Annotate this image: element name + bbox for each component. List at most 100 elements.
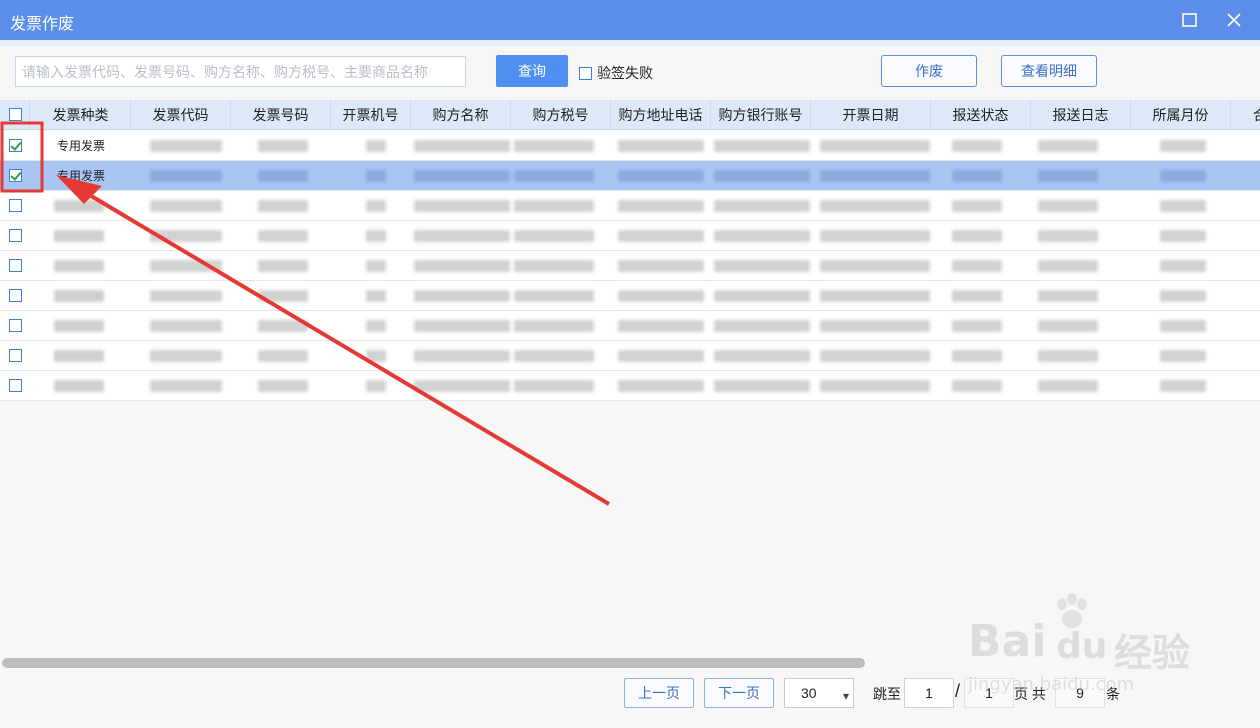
prev-page-button[interactable]: 上一页	[624, 678, 694, 708]
redacted-cell	[952, 260, 1002, 272]
maximize-icon[interactable]	[1178, 8, 1202, 32]
next-page-button[interactable]: 下一页	[704, 678, 774, 708]
redacted-cell	[150, 380, 222, 392]
redacted-cell	[366, 320, 386, 332]
column-header[interactable]: 购方名称	[411, 100, 511, 130]
redacted-cell	[820, 170, 930, 182]
redacted-cell	[1038, 350, 1098, 362]
column-header[interactable]: 发票代码	[131, 100, 231, 130]
search-input[interactable]	[15, 56, 466, 87]
redacted-cell	[54, 350, 104, 362]
redacted-cell	[618, 200, 704, 212]
redacted-cell	[514, 230, 594, 242]
column-header[interactable]: 所属月份	[1131, 100, 1231, 130]
redacted-cell	[258, 260, 308, 272]
row-checkbox[interactable]	[9, 319, 22, 332]
redacted-cell	[514, 380, 594, 392]
redacted-cell	[618, 350, 704, 362]
column-header[interactable]: 购方税号	[511, 100, 611, 130]
redacted-cell	[618, 380, 704, 392]
column-header[interactable]: 购方地址电话	[611, 100, 711, 130]
redacted-cell	[952, 170, 1002, 182]
row-checkbox-wrap	[9, 259, 22, 275]
watermark-url: jingyan.baidu.com	[968, 674, 1135, 695]
row-checkbox-wrap	[9, 169, 22, 185]
select-all-checkbox[interactable]	[9, 108, 22, 121]
redacted-cell	[414, 260, 510, 272]
redacted-cell	[150, 230, 222, 242]
column-header[interactable]: 发票种类	[31, 100, 131, 130]
query-button[interactable]: 查询	[496, 55, 568, 87]
redacted-cell	[714, 260, 810, 272]
redacted-cell	[1160, 200, 1206, 212]
redacted-cell	[820, 350, 930, 362]
row-checkbox[interactable]	[9, 349, 22, 362]
table-row[interactable]	[0, 191, 1260, 221]
redacted-cell	[514, 140, 594, 152]
table-row[interactable]	[0, 341, 1260, 371]
column-header[interactable]: 合	[1231, 100, 1260, 130]
redacted-cell	[514, 320, 594, 332]
redacted-cell	[952, 380, 1002, 392]
column-header[interactable]: 开票机号	[331, 100, 411, 130]
redacted-cell	[54, 380, 104, 392]
redacted-cell	[952, 140, 1002, 152]
column-header[interactable]: 报送状态	[931, 100, 1031, 130]
redacted-cell	[714, 170, 810, 182]
horizontal-scrollbar[interactable]	[2, 658, 865, 668]
table-row[interactable]	[0, 221, 1260, 251]
column-header[interactable]: 购方银行账号	[711, 100, 811, 130]
redacted-cell	[414, 140, 510, 152]
redacted-cell	[618, 170, 704, 182]
redacted-cell	[714, 140, 810, 152]
row-checkbox-wrap	[9, 319, 22, 335]
table-row[interactable]: 专用发票	[0, 161, 1260, 191]
row-checkbox-wrap	[9, 229, 22, 245]
table-row[interactable]	[0, 371, 1260, 401]
verify-fail-checkbox[interactable]: 验签失败	[579, 63, 653, 83]
select-all-cell	[0, 100, 30, 130]
redacted-cell	[54, 230, 104, 242]
redacted-cell	[150, 200, 222, 212]
row-checkbox-wrap	[9, 289, 22, 305]
redacted-cell	[1038, 200, 1098, 212]
verify-fail-checkbox-box[interactable]	[579, 66, 592, 80]
close-icon[interactable]	[1222, 8, 1246, 32]
row-checkbox[interactable]	[9, 229, 22, 242]
row-checkbox-wrap	[9, 199, 22, 215]
watermark-brand: Bai	[968, 616, 1047, 667]
redacted-cell	[150, 170, 222, 182]
redacted-cell	[1160, 230, 1206, 242]
redacted-cell	[414, 170, 510, 182]
redacted-cell	[514, 350, 594, 362]
row-checkbox[interactable]	[9, 139, 22, 152]
redacted-cell	[366, 230, 386, 242]
view-detail-button[interactable]: 查看明细	[1001, 55, 1097, 87]
redacted-cell	[1038, 380, 1098, 392]
table-row[interactable]	[0, 251, 1260, 281]
chevron-down-icon: ▾	[842, 689, 849, 703]
redacted-cell	[714, 380, 810, 392]
row-checkbox[interactable]	[9, 259, 22, 272]
row-checkbox[interactable]	[9, 289, 22, 302]
column-header[interactable]: 开票日期	[811, 100, 931, 130]
row-checkbox-wrap	[9, 139, 22, 155]
redacted-cell	[1160, 260, 1206, 272]
table-row[interactable]	[0, 281, 1260, 311]
column-header[interactable]: 发票号码	[231, 100, 331, 130]
table-row[interactable]: 专用发票	[0, 131, 1260, 161]
page-size-select[interactable]: 30 ▾	[784, 678, 854, 708]
column-header[interactable]: 报送日志	[1031, 100, 1131, 130]
redacted-cell	[952, 290, 1002, 302]
void-button[interactable]: 作废	[881, 55, 977, 87]
row-checkbox[interactable]	[9, 169, 22, 182]
redacted-cell	[366, 380, 386, 392]
redacted-cell	[820, 260, 930, 272]
row-checkbox[interactable]	[9, 199, 22, 212]
redacted-cell	[258, 170, 308, 182]
invoice-type-cell: 专用发票	[56, 169, 105, 183]
row-checkbox[interactable]	[9, 379, 22, 392]
page-number-input[interactable]: 1	[904, 678, 954, 708]
table-row[interactable]	[0, 311, 1260, 341]
row-checkbox-wrap	[9, 349, 22, 365]
